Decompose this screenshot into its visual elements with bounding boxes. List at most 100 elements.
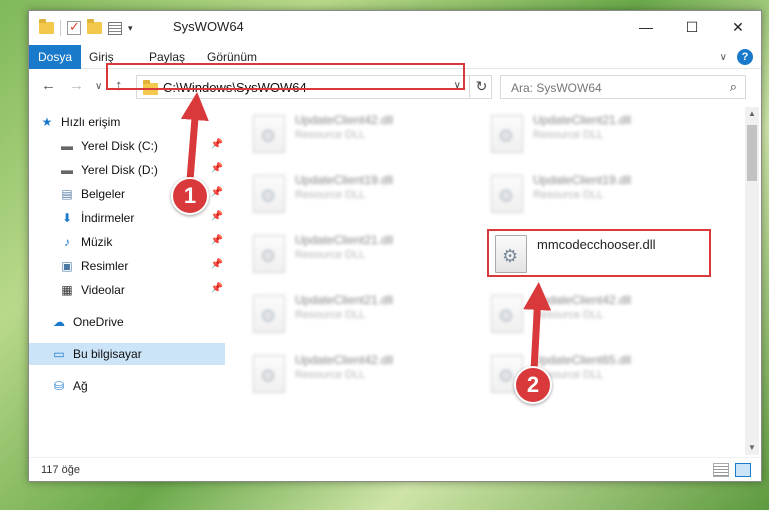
maximize-button[interactable]: ☐ (669, 11, 715, 43)
pin-icon: 📌 (210, 259, 223, 270)
sidebar-item-onedrive[interactable]: ☁ OneDrive (51, 311, 225, 333)
step-badge-1: 1 (171, 177, 209, 215)
file-name: UpdateClient21.dll (295, 233, 394, 247)
properties-check-icon[interactable] (67, 19, 81, 35)
new-folder-icon[interactable] (87, 19, 102, 34)
sidebar-item-local-disk-d[interactable]: ▬ Yerel Disk (D:) 📌 (59, 159, 225, 181)
quick-access-toolbar: ▾ (39, 19, 133, 36)
sidebar-item-network[interactable]: ⛁ Ağ (51, 375, 225, 397)
sidebar-item-label: Yerel Disk (D:) (81, 163, 158, 177)
forward-icon[interactable]: → (69, 77, 84, 94)
help-icon[interactable]: ? (737, 49, 753, 65)
close-button[interactable]: ✕ (715, 11, 761, 43)
cloud-icon: ☁ (53, 315, 65, 329)
sidebar-item-local-disk-c[interactable]: ▬ Yerel Disk (C:) 📌 (59, 135, 225, 157)
scroll-down-icon[interactable]: ▼ (745, 441, 759, 455)
pin-icon: 📌 (210, 163, 223, 174)
scroll-thumb[interactable] (747, 125, 757, 181)
file-item[interactable]: UpdateClient21.dll Resource DLL (485, 111, 709, 159)
sidebar-item-label: Belgeler (81, 187, 126, 201)
star-icon: ★ (41, 115, 53, 129)
refresh-button[interactable]: ↻ (469, 75, 493, 99)
file-description: Resource DLL (533, 309, 604, 321)
sidebar-item-music[interactable]: ♪ Müzik 📌 (59, 231, 225, 253)
folder-icon (39, 19, 54, 34)
window-title: SysWOW64 (173, 19, 244, 34)
sidebar-item-label: Müzik (81, 235, 113, 249)
search-input[interactable]: Ara: SysWOW64 (511, 81, 602, 95)
sidebar-item-label: Bu bilgisayar (73, 347, 142, 361)
file-name: UpdateClient42.dll (533, 293, 632, 307)
dll-file-icon (495, 235, 527, 273)
file-item[interactable]: UpdateClient42.dll Resource DLL (247, 111, 471, 159)
vertical-scrollbar[interactable]: ▲ ▼ (745, 107, 759, 455)
pictures-icon: ▣ (61, 259, 73, 273)
sidebar-item-label: OneDrive (73, 315, 124, 329)
file-item[interactable]: UpdateClient21.dll Resource DLL (247, 291, 471, 339)
view-buttons (713, 463, 751, 477)
file-item[interactable]: UpdateClient19.dll Resource DLL (485, 171, 709, 219)
dll-file-icon (253, 235, 285, 273)
ribbon-right: ∨ ? (720, 49, 753, 65)
sidebar-item-pictures[interactable]: ▣ Resimler 📌 (59, 255, 225, 277)
dll-file-icon (253, 295, 285, 333)
file-item-mmcodecchooser[interactable]: mmcodecchooser.dll (487, 229, 711, 277)
file-description: Resource DLL (295, 189, 366, 201)
drive-icon: ▬ (61, 163, 73, 177)
file-name: UpdateClient19.dll (295, 173, 394, 187)
address-bar-highlight (106, 63, 465, 90)
search-box[interactable]: Ara: SysWOW64 ⌕ (500, 75, 746, 99)
computer-icon: ▭ (53, 347, 65, 361)
window-controls: — ☐ ✕ (623, 11, 761, 43)
sidebar-item-label: Resimler (81, 259, 129, 273)
customize-icon[interactable] (108, 21, 122, 35)
file-name: mmcodecchooser.dll (537, 237, 656, 252)
pin-icon: 📌 (210, 211, 223, 222)
file-name: UpdateClient42.dll (295, 353, 394, 367)
back-icon[interactable]: ← (41, 77, 56, 94)
step-badge-2: 2 (514, 366, 552, 404)
sidebar-item-videos[interactable]: ▦ Videolar 📌 (59, 279, 225, 301)
file-description: Resource DLL (533, 129, 604, 141)
file-name: UpdateClient65.dll (533, 353, 632, 367)
drive-icon: ▬ (61, 139, 73, 153)
network-icon: ⛁ (53, 379, 65, 393)
file-name: UpdateClient21.dll (533, 113, 632, 127)
dll-file-icon (253, 175, 285, 213)
sidebar-item-quick-access[interactable]: ★ Hızlı erişim (39, 111, 235, 133)
sidebar-item-this-pc[interactable]: ▭ Bu bilgisayar (29, 343, 225, 365)
pin-icon: 📌 (210, 235, 223, 246)
pin-icon: 📌 (210, 283, 223, 294)
file-description: Resource DLL (295, 309, 366, 321)
file-description: Resource DLL (295, 249, 366, 261)
tab-file[interactable]: Dosya (29, 45, 81, 69)
dll-file-icon (253, 115, 285, 153)
expand-ribbon-icon[interactable]: ∨ (720, 52, 727, 63)
file-item[interactable]: UpdateClient42.dll Resource DLL (247, 351, 471, 399)
file-list: UpdateClient42.dll Resource DLL UpdateCl… (239, 107, 739, 455)
navigation-pane: ★ Hızlı erişim ▬ Yerel Disk (C:) 📌 ▬ Yer… (29, 107, 229, 455)
large-icons-view-icon[interactable] (735, 463, 751, 477)
file-description: Resource DLL (295, 369, 366, 381)
recent-locations-icon[interactable]: ∨ (95, 81, 102, 92)
sidebar-item-label: Yerel Disk (C:) (81, 139, 158, 153)
dll-file-icon (253, 355, 285, 393)
details-view-icon[interactable] (713, 463, 729, 477)
minimize-button[interactable]: — (623, 11, 669, 43)
search-icon[interactable]: ⌕ (730, 79, 737, 95)
file-item[interactable]: UpdateClient19.dll Resource DLL (247, 171, 471, 219)
file-item[interactable]: UpdateClient42.dll Resource DLL (485, 291, 709, 339)
pin-icon: 📌 (210, 139, 223, 150)
videos-icon: ▦ (61, 283, 73, 297)
file-item[interactable]: UpdateClient21.dll Resource DLL (247, 231, 471, 279)
file-description: Resource DLL (533, 189, 604, 201)
file-name: UpdateClient42.dll (295, 113, 394, 127)
download-icon: ⬇ (61, 211, 73, 225)
dll-file-icon (491, 115, 523, 153)
sidebar-item-label: Ağ (73, 379, 88, 393)
toolbar-dropdown-icon[interactable]: ▾ (128, 23, 133, 34)
file-name: UpdateClient19.dll (533, 173, 632, 187)
sidebar-item-label: Hızlı erişim (61, 115, 121, 129)
dll-file-icon (491, 295, 523, 333)
scroll-up-icon[interactable]: ▲ (745, 107, 759, 121)
